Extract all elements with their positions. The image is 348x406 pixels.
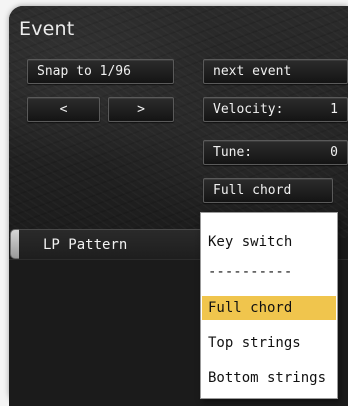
snap-button-label: Snap to 1/96 [37, 64, 131, 79]
panel-title: Event [19, 18, 75, 40]
chevron-left-icon: < [59, 102, 68, 117]
velocity-value: 1 [330, 102, 338, 117]
tune-field[interactable]: Tune: 0 [203, 140, 348, 165]
velocity-label: Velocity: [213, 102, 284, 117]
next-event-button[interactable]: next event [203, 59, 348, 84]
menu-item-label: Full chord [208, 300, 293, 316]
menu-item-label: Bottom strings [208, 370, 327, 386]
mode-select[interactable]: Full chord [203, 178, 333, 203]
leather-background [9, 6, 348, 238]
menu-item-label: Key switch [208, 234, 293, 250]
tune-label: Tune: [213, 145, 253, 160]
velocity-field[interactable]: Velocity: 1 [203, 97, 348, 122]
menu-item-label: Top strings [208, 335, 301, 351]
menu-item-top-strings[interactable]: Top strings [202, 331, 336, 355]
chevron-right-icon: > [137, 102, 145, 117]
tab-label: LP Pattern [43, 237, 128, 253]
next-event-label: next event [213, 64, 292, 79]
mode-dropdown-menu: Key switch ---------- Full chord Top str… [200, 212, 338, 399]
tab-lp-pattern[interactable]: LP Pattern [19, 229, 209, 259]
menu-item-bottom-strings[interactable]: Bottom strings [202, 366, 336, 390]
mode-select-value: Full chord [213, 183, 292, 198]
menu-separator: ---------- [202, 260, 336, 284]
menu-item-key-switch[interactable]: Key switch [202, 230, 336, 254]
prev-event-button[interactable]: < [27, 97, 100, 122]
tune-value: 0 [330, 145, 338, 160]
menu-separator-label: ---------- [208, 264, 293, 280]
menu-item-full-chord[interactable]: Full chord [202, 296, 336, 320]
next-event-arrow-button[interactable]: > [108, 97, 174, 122]
snap-button[interactable]: Snap to 1/96 [27, 59, 174, 84]
